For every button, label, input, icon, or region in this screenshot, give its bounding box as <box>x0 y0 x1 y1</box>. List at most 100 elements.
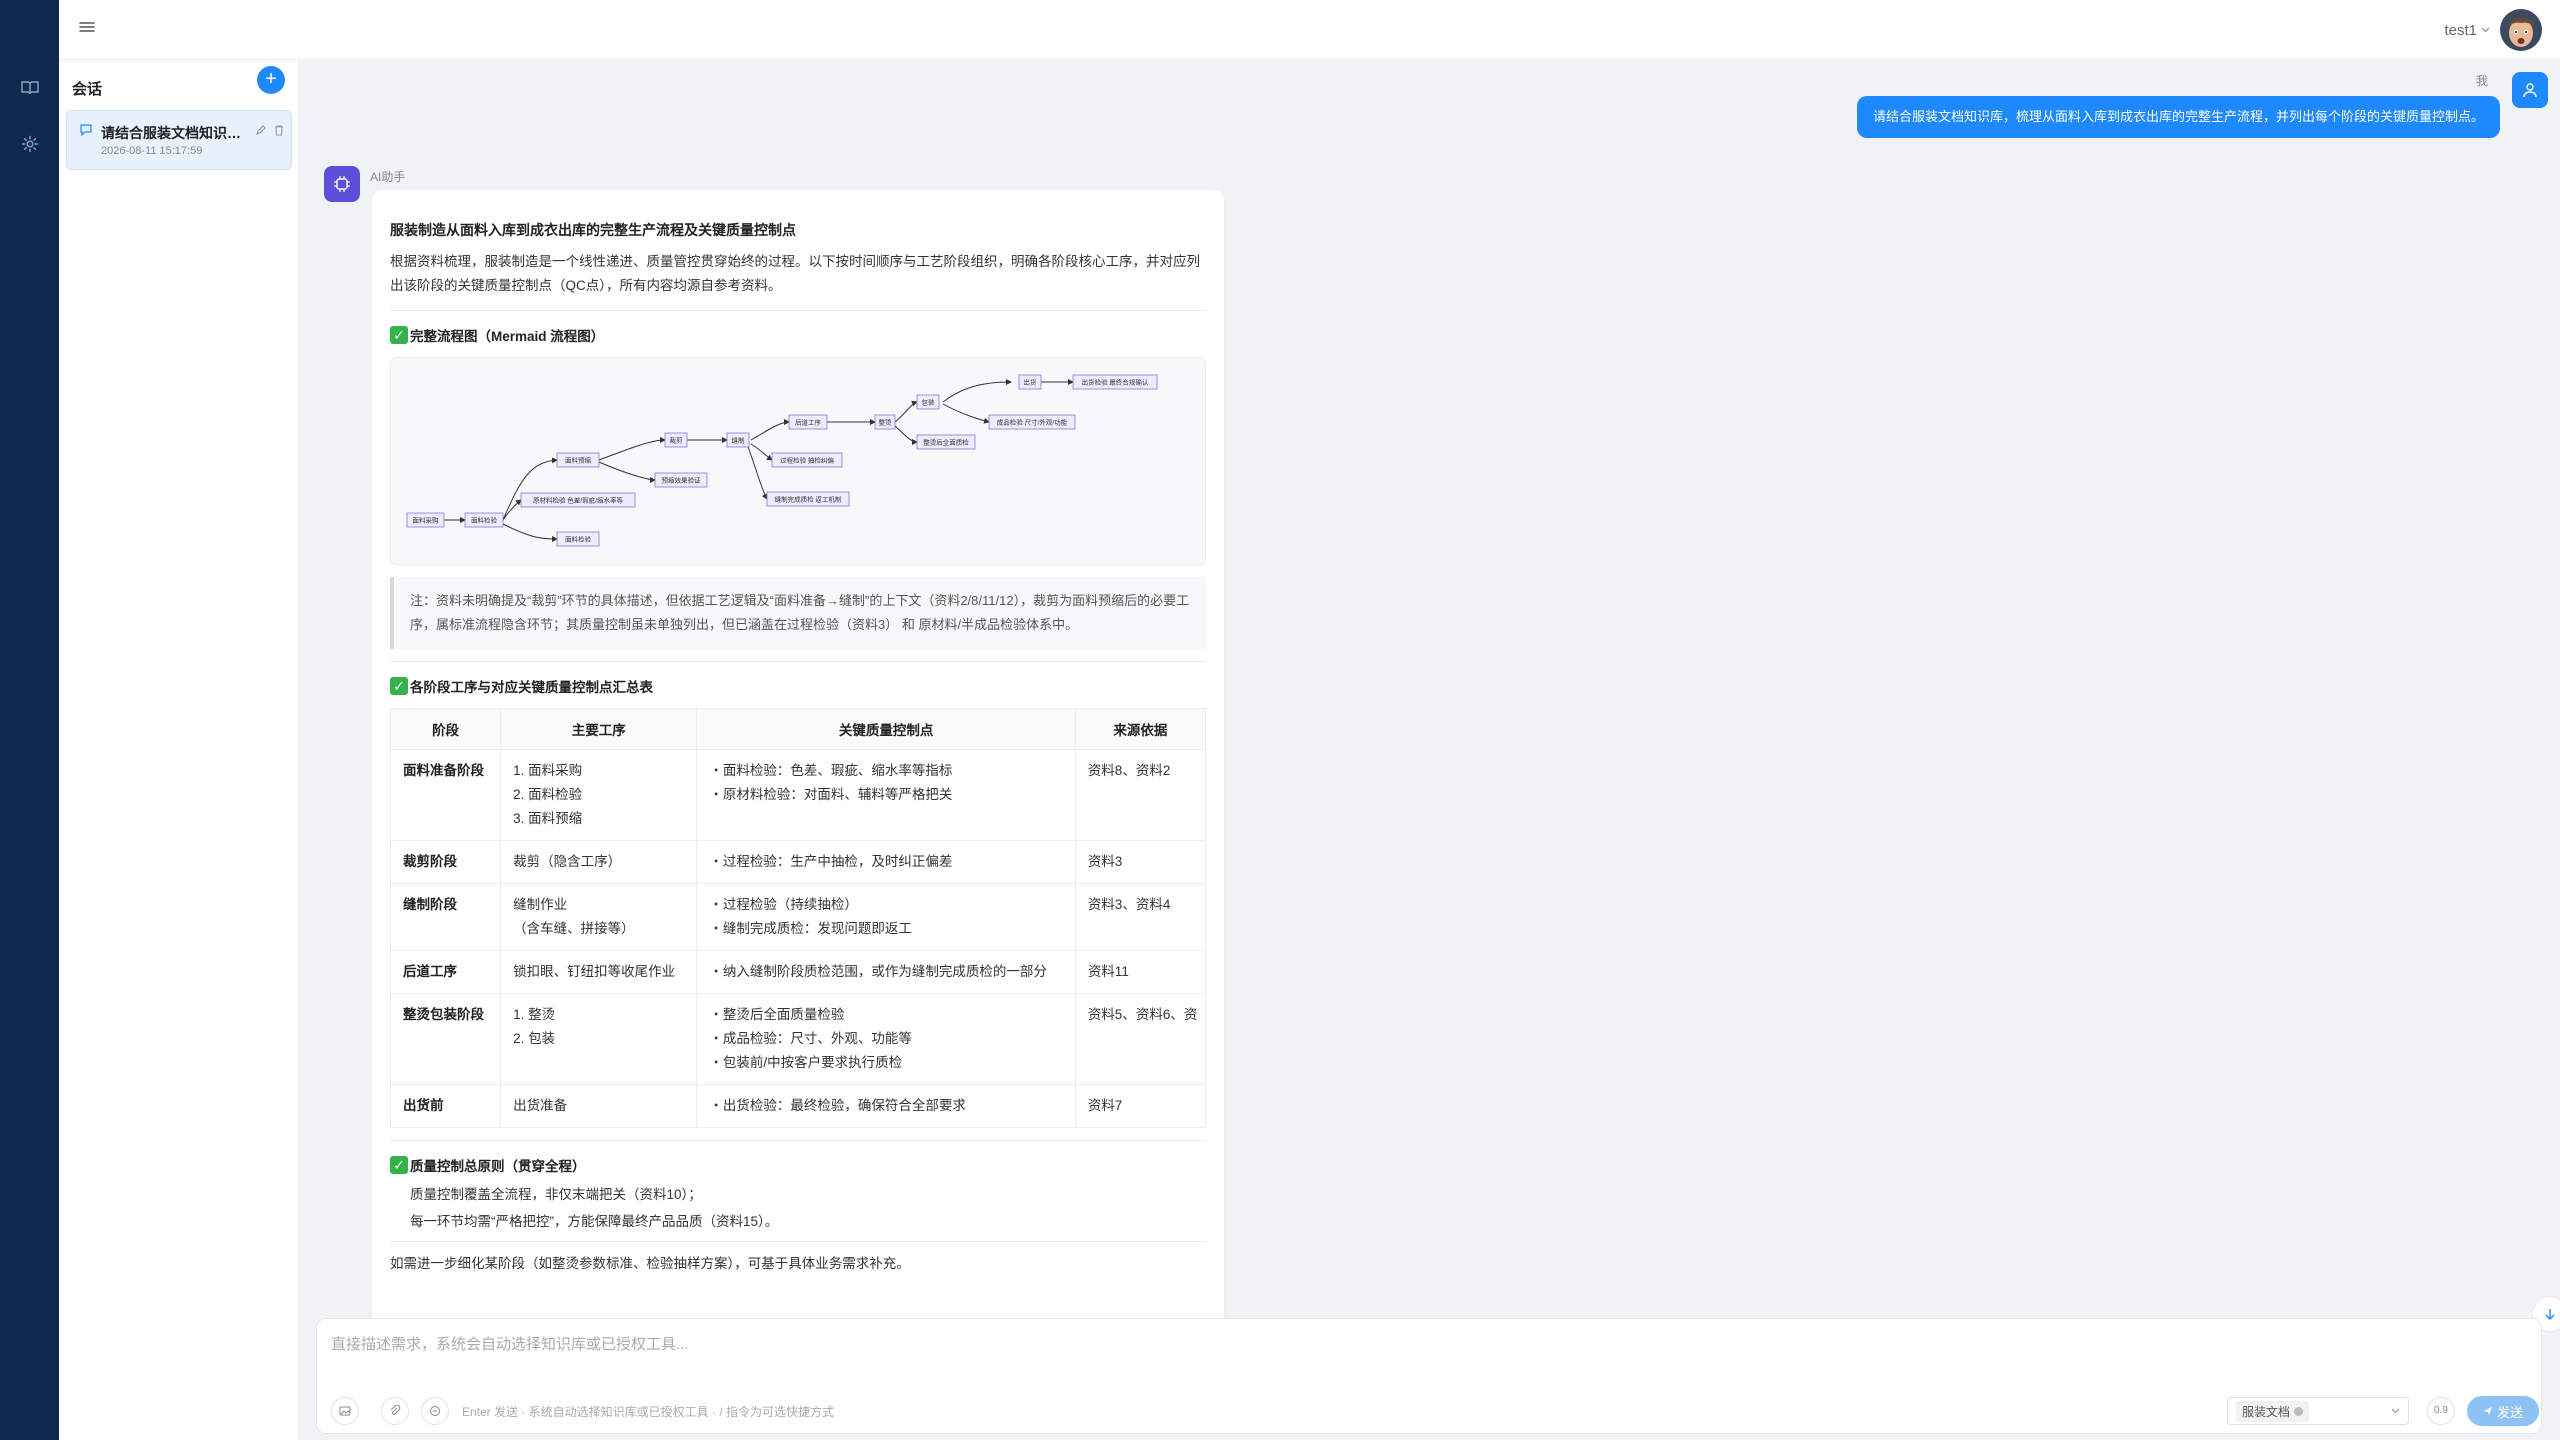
column-header: 阶段 <box>389 708 502 750</box>
quick-command-button[interactable] <box>421 1397 449 1425</box>
username-label: test1 <box>2444 21 2477 39</box>
chat-bubble-icon <box>79 123 93 142</box>
stage-cell: 缝制阶段 <box>389 883 502 951</box>
flowchart-svg: 面料采购 面料检验 面料预缩 原材料检验 色差/瑕疵/缩水率等 面料检验 裁剪 … <box>406 374 1158 547</box>
send-label: 发送 <box>2496 1404 2523 1420</box>
menu-toggle-icon[interactable] <box>79 20 99 40</box>
column-header: 关键质量控制点 <box>696 708 1076 750</box>
user-role-label: 我 <box>2475 74 2488 88</box>
delete-icon[interactable] <box>273 123 285 141</box>
flow-section-heading: ✓ 完整流程图（Mermaid 流程图） <box>390 325 1206 345</box>
qc-line: ・成品检验：尺寸、外观、功能等 <box>709 1031 912 1046</box>
qc-cell: ・纳入缝制阶段质检范围，或作为缝制完成质检的一部分 <box>696 950 1076 994</box>
chat-area: 我 请结合服装文档知识库，梳理从面料入库到成衣出库的完整生产流程，并列出每个阶段… <box>300 60 2560 1320</box>
source-cell: 资料7 <box>1074 1084 1207 1128</box>
message-input[interactable] <box>331 1333 2521 1373</box>
process-line: （含车缝、拼接等） <box>513 921 635 936</box>
conversation-title: 请结合服装文档知识库，梳理从面料入库到成衣出库的完整生产流程，并列出每个阶段的关… <box>101 125 241 141</box>
flow-node: 面料预缩 <box>565 456 592 465</box>
process-line: 1. 整烫 <box>513 1007 556 1022</box>
qc-line: ・整烫后全面质量检验 <box>709 1007 845 1022</box>
table-row: 面料准备阶段 1. 面料采购 2. 面料检验 3. 面料预缩 ・面料检验：色差、… <box>389 749 1207 841</box>
conversation-sidebar: 会话 + 请结合服装文档知识库，梳理从面料入库到成衣出库的完整生产流程，并列出每… <box>59 60 299 1440</box>
user-message-bubble: 请结合服装文档知识库，梳理从面料入库到成衣出库的完整生产流程，并列出每个阶段的关… <box>1856 96 2500 138</box>
qc-line: ・出货检验：最终检验，确保符合全部要求 <box>709 1098 966 1113</box>
process-line: 2. 包装 <box>513 1031 556 1046</box>
qc-line: ・面料检验：色差、瑕疵、缩水率等指标 <box>709 763 953 778</box>
chevron-down-icon <box>2391 1408 2400 1414</box>
table-row: 整烫包装阶段 1. 整烫 2. 包装 ・整烫后全面质量检验 ・成品检验：尺寸、外… <box>389 993 1207 1085</box>
process-cell: 裁剪（隐含工序） <box>500 840 698 884</box>
conversation-time: 2026-08-11 15:17:59 <box>101 145 203 157</box>
process-line: 出货准备 <box>513 1098 568 1113</box>
process-cell: 锁扣眼、钉纽扣等收尾作业 <box>500 950 698 994</box>
table-row: 后道工序 锁扣眼、钉纽扣等收尾作业 ・纳入缝制阶段质检范围，或作为缝制完成质检的… <box>389 950 1207 994</box>
qc-cell: ・出货检验：最终检验，确保符合全部要求 <box>696 1084 1076 1128</box>
process-line: 锁扣眼、钉纽扣等收尾作业 <box>513 964 676 979</box>
username[interactable]: test1 <box>2444 22 2490 39</box>
flow-heading-text: 完整流程图（Mermaid 流程图） <box>410 329 605 344</box>
principle-list: 质量控制覆盖全流程，非仅末端把关（资料10）； 每一环节均需“严格把控”，方能保… <box>390 1181 1206 1235</box>
closing-text: 如需进一步细化某阶段（如整烫参数标准、检验抽样方案），可基于具体业务需求补充。 <box>390 1256 910 1271</box>
flow-node: 出货检验 最终合规确认 <box>1082 378 1149 387</box>
source-cell: 资料3、资料4 <box>1074 883 1207 951</box>
divider <box>390 661 1206 662</box>
flow-node: 出货 <box>1024 378 1038 387</box>
conversation-item[interactable]: 请结合服装文档知识库，梳理从面料入库到成衣出库的完整生产流程，并列出每个阶段的关… <box>66 110 292 170</box>
knowledge-base-select[interactable]: 服装文档 <box>2227 1397 2409 1425</box>
table-section-heading: ✓ 各阶段工序与对应关键质量控制点汇总表 <box>390 676 1206 696</box>
qc-cell: ・面料检验：色差、瑕疵、缩水率等指标 ・原材料检验：对面料、辅料等严格把关 <box>696 749 1076 841</box>
qc-line: ・原材料检验：对面料、辅料等严格把关 <box>709 787 953 802</box>
flow-node: 过程检验 抽检纠偏 <box>780 456 834 465</box>
chevron-down-icon <box>2481 27 2490 33</box>
answer-intro: 根据资料梳理，服装制造是一个线性递进、质量管控贯穿始终的过程。以下按时间顺序与工… <box>390 254 1200 293</box>
table-header-row: 阶段 主要工序 关键质量控制点 来源依据 <box>389 708 1207 750</box>
new-conversation-button[interactable]: + <box>257 66 285 94</box>
icon-rail <box>0 0 59 1440</box>
source-cell: 资料3 <box>1074 840 1207 884</box>
flow-node: 原材料检验 色差/瑕疵/缩水率等 <box>533 496 623 505</box>
temperature-control[interactable]: 0.9 <box>2427 1397 2455 1425</box>
process-cell: 出货准备 <box>500 1084 698 1128</box>
user-menu[interactable]: test1 <box>2444 9 2542 51</box>
flow-node: 整烫 <box>879 418 893 427</box>
flow-node: 缝制 <box>732 436 746 445</box>
qc-line: ・过程检验：生产中抽检，及时纠正偏差 <box>709 854 953 869</box>
remove-tag-icon[interactable] <box>2294 1406 2304 1416</box>
process-line: 缝制作业 <box>513 897 568 912</box>
edit-icon[interactable] <box>255 123 267 141</box>
divider <box>390 310 1206 311</box>
source-cell: 资料5、资料6、资 <box>1074 993 1207 1085</box>
table-row: 出货前 出货准备 ・出货检验：最终检验，确保符合全部要求 资料7 <box>389 1084 1207 1128</box>
process-line: 裁剪（隐含工序） <box>513 854 622 869</box>
flow-node: 整烫后全面质检 <box>923 438 969 447</box>
qc-line: ・包装前/中按客户要求执行质检 <box>709 1055 903 1070</box>
principle-line: 质量控制覆盖全流程，非仅末端把关（资料10）； <box>410 1187 702 1202</box>
bot-chip-icon <box>334 176 350 192</box>
process-line: 2. 面料检验 <box>513 787 583 802</box>
qc-cell: ・过程检验：生产中抽检，及时纠正偏差 <box>696 840 1076 884</box>
column-header: 来源依据 <box>1074 708 1207 750</box>
person-icon <box>2523 83 2537 98</box>
composer-hint: Enter 发送 · 系统自动选择知识库或已授权工具 · / 指令为可选快捷方式 <box>462 1405 835 1419</box>
flow-node: 面料检验 <box>565 535 592 544</box>
table-row: 裁剪阶段 裁剪（隐含工序） ・过程检验：生产中抽检，及时纠正偏差 资料3 <box>389 840 1207 884</box>
user-avatar[interactable] <box>2500 9 2542 51</box>
ai-answer-card: 服装制造从面料入库到成衣出库的完整生产流程及关键质量控制点 根据资料梳理，服装制… <box>372 190 1224 1320</box>
qc-table: 阶段 主要工序 关键质量控制点 来源依据 面料准备阶段 1. 面料采购 2. 面… <box>389 708 1207 1128</box>
note-blockquote: 注：资料未明确提及“裁剪”环节的具体描述，但依据工艺逻辑及“面料准备→缝制”的上… <box>390 577 1206 649</box>
flow-node: 包装 <box>922 398 936 407</box>
settings-gear-icon[interactable] <box>20 134 40 154</box>
check-mark-icon: ✓ <box>390 326 408 344</box>
flow-node: 面料采购 <box>413 516 440 525</box>
attach-button[interactable] <box>381 1397 409 1425</box>
flow-node: 预缩效果验证 <box>662 476 702 485</box>
stage-cell: 后道工序 <box>389 950 502 994</box>
sidebar-title: 会话 <box>72 81 103 98</box>
principle-line: 每一环节均需“严格把控”，方能保障最终产品品质（资料15）。 <box>410 1214 779 1229</box>
image-upload-button[interactable] <box>331 1397 359 1425</box>
answer-title: 服装制造从面料入库到成衣出库的完整生产流程及关键质量控制点 <box>390 222 796 238</box>
send-button[interactable]: 发送 <box>2467 1396 2539 1426</box>
book-icon[interactable] <box>20 78 40 98</box>
source-cell: 资料11 <box>1074 950 1207 994</box>
